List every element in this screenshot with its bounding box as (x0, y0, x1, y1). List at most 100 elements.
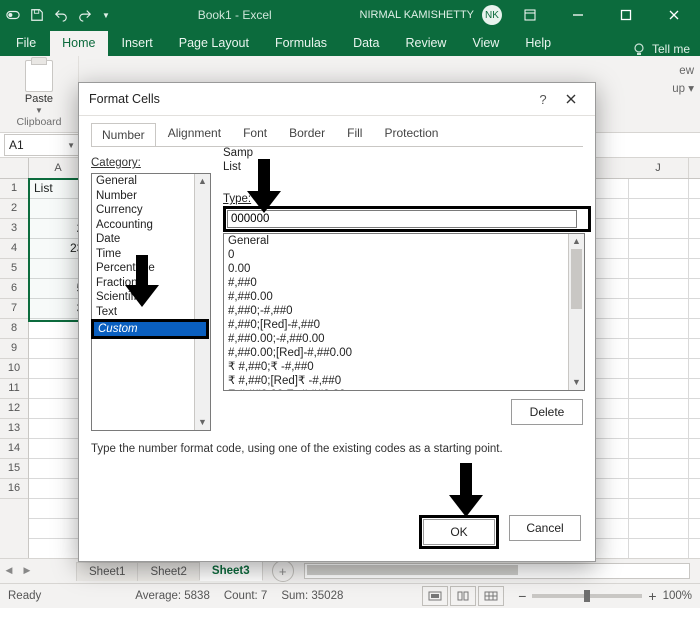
category-item[interactable]: Fraction (92, 276, 210, 291)
maximize-icon[interactable] (606, 0, 646, 30)
normal-view-icon[interactable] (422, 586, 448, 606)
dialog-tab-alignment[interactable]: Alignment (158, 122, 231, 146)
row-9[interactable]: 9 (0, 338, 28, 359)
tab-review[interactable]: Review (393, 31, 458, 56)
user-avatar[interactable]: NK (482, 5, 502, 25)
row-10[interactable]: 10 (0, 358, 28, 379)
format-listbox[interactable]: General 0 0.00 #,##0 #,##0.00 #,##0;-#,#… (223, 233, 585, 391)
dialog-help-icon[interactable]: ? (529, 87, 557, 111)
category-item[interactable]: Date (92, 232, 210, 247)
category-item[interactable]: Time (92, 247, 210, 262)
dialog-tab-protection[interactable]: Protection (374, 122, 448, 146)
sheet-tab-2[interactable]: Sheet2 (137, 562, 199, 581)
type-input[interactable] (227, 210, 577, 228)
qat-more-icon[interactable]: ▼ (102, 11, 110, 20)
cancel-button[interactable]: Cancel (509, 515, 581, 541)
dialog-tab-number[interactable]: Number (91, 123, 156, 147)
row-16[interactable]: 16 (0, 478, 28, 499)
format-item[interactable]: #,##0.00;[Red]-#,##0.00 (224, 346, 584, 360)
sheet-tab-3[interactable]: Sheet3 (199, 561, 263, 581)
format-item[interactable]: ₹ #,##0;₹ -#,##0 (224, 360, 584, 374)
format-item[interactable]: #,##0 (224, 276, 584, 290)
ribbon-display-options-icon[interactable] (510, 0, 550, 30)
dialog-tab-font[interactable]: Font (233, 122, 277, 146)
zoom-in-button[interactable]: + (648, 588, 656, 604)
row-3[interactable]: 3 (0, 218, 28, 239)
tell-me[interactable]: Tell me (632, 42, 700, 56)
tab-help[interactable]: Help (513, 31, 563, 56)
sheet-nav-prev-icon[interactable]: ◄ (0, 565, 18, 577)
scroll-down-icon[interactable]: ▼ (569, 375, 584, 390)
category-item[interactable]: General (92, 174, 210, 189)
tab-insert[interactable]: Insert (110, 31, 165, 56)
scroll-down-icon[interactable]: ▼ (195, 415, 210, 430)
category-item[interactable]: Currency (92, 203, 210, 218)
tab-view[interactable]: View (460, 31, 511, 56)
category-item-custom[interactable]: Custom (94, 322, 206, 336)
format-scrollbar[interactable]: ▲ ▼ (568, 234, 584, 390)
tab-formulas[interactable]: Formulas (263, 31, 339, 56)
tab-page-layout[interactable]: Page Layout (167, 31, 261, 56)
redo-icon[interactable] (78, 8, 92, 22)
page-break-view-icon[interactable] (478, 586, 504, 606)
row-14[interactable]: 14 (0, 438, 28, 459)
tab-file[interactable]: File (4, 31, 48, 56)
dialog-titlebar[interactable]: Format Cells ? (79, 83, 595, 116)
row-7[interactable]: 7 (0, 298, 28, 319)
category-item[interactable]: Accounting (92, 218, 210, 233)
scroll-up-icon[interactable]: ▲ (569, 234, 584, 249)
format-item[interactable]: General (224, 234, 584, 248)
category-item[interactable]: Scientific (92, 290, 210, 305)
ok-button[interactable]: OK (423, 519, 495, 545)
undo-icon[interactable] (54, 8, 68, 22)
category-listbox[interactable]: General Number Currency Accounting Date … (91, 173, 211, 431)
row-2[interactable]: 2 (0, 198, 28, 219)
row-6[interactable]: 6 (0, 278, 28, 299)
close-icon[interactable] (654, 0, 694, 30)
format-item[interactable]: #,##0.00;-#,##0.00 (224, 332, 584, 346)
category-item[interactable]: Text (92, 305, 210, 320)
format-item[interactable]: #,##0;[Red]-#,##0 (224, 318, 584, 332)
row-5[interactable]: 5 (0, 258, 28, 279)
select-all-corner[interactable] (0, 158, 29, 179)
dialog-tab-fill[interactable]: Fill (337, 122, 372, 146)
sheet-nav-next-icon[interactable]: ► (18, 565, 36, 577)
scroll-thumb[interactable] (571, 249, 582, 309)
tab-data[interactable]: Data (341, 31, 391, 56)
row-4[interactable]: 4 (0, 238, 28, 259)
row-1[interactable]: 1 (0, 178, 28, 199)
format-item[interactable]: ₹ #,##0.00;₹ -#,##0.00 (224, 388, 584, 391)
delete-button[interactable]: Delete (511, 399, 583, 425)
scroll-up-icon[interactable]: ▲ (195, 174, 210, 189)
category-item[interactable]: Percentage (92, 261, 210, 276)
category-item[interactable]: Number (92, 189, 210, 204)
format-item[interactable]: 0 (224, 248, 584, 262)
row-8[interactable]: 8 (0, 318, 28, 339)
ribbon-tabs: File Home Insert Page Layout Formulas Da… (0, 30, 700, 56)
col-J[interactable]: J (628, 158, 689, 178)
status-average: Average: 5838 (135, 590, 210, 602)
format-item[interactable]: #,##0;-#,##0 (224, 304, 584, 318)
dialog-close-icon[interactable] (557, 87, 585, 111)
row-15[interactable]: 15 (0, 458, 28, 479)
row-11[interactable]: 11 (0, 378, 28, 399)
horizontal-scrollbar[interactable] (304, 563, 690, 579)
add-sheet-button[interactable]: + (272, 560, 294, 582)
category-scrollbar[interactable]: ▲ ▼ (194, 174, 210, 430)
format-item[interactable]: ₹ #,##0;[Red]₹ -#,##0 (224, 374, 584, 388)
zoom-out-button[interactable]: − (518, 588, 526, 604)
row-13[interactable]: 13 (0, 418, 28, 439)
page-layout-view-icon[interactable] (450, 586, 476, 606)
dialog-tab-border[interactable]: Border (279, 122, 335, 146)
zoom-slider[interactable] (532, 594, 642, 598)
autosave-icon[interactable] (6, 8, 20, 22)
save-icon[interactable] (30, 8, 44, 22)
row-12[interactable]: 12 (0, 398, 28, 419)
sheet-tab-1[interactable]: Sheet1 (76, 562, 138, 581)
tab-home[interactable]: Home (50, 31, 107, 56)
format-item[interactable]: #,##0.00 (224, 290, 584, 304)
format-item[interactable]: 0.00 (224, 262, 584, 276)
minimize-icon[interactable] (558, 0, 598, 30)
name-box[interactable]: A1 ▼ (4, 134, 80, 156)
paste-button[interactable]: Paste ▼ (8, 60, 70, 115)
